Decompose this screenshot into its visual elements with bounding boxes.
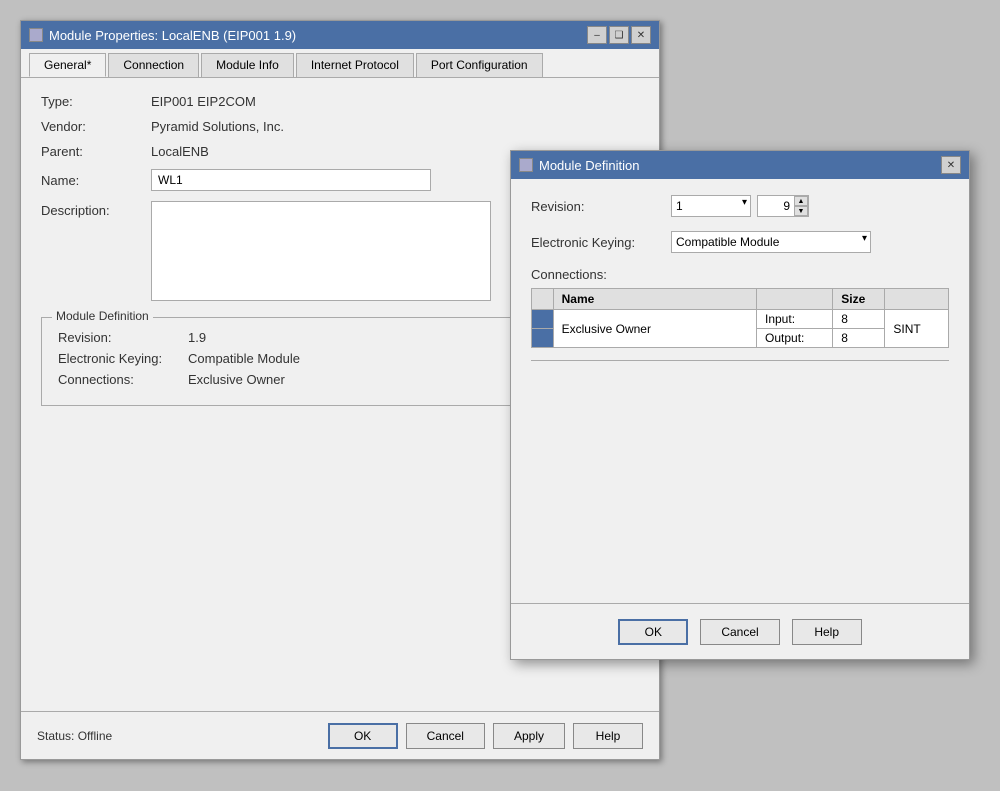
electronic-keying-value: Compatible Module <box>188 351 300 366</box>
spinner-buttons: ▲ ▼ <box>794 196 808 216</box>
dialog-revision-row: Revision: 1 ▲ ▼ <box>531 195 949 217</box>
name-label: Name: <box>41 173 151 188</box>
revision-select-wrapper: 1 <box>671 195 751 217</box>
dialog-divider <box>531 360 949 361</box>
spinner-down-button[interactable]: ▼ <box>794 206 808 216</box>
dialog-help-button[interactable]: Help <box>792 619 862 645</box>
type-row: Type: EIP001 EIP2COM <box>41 94 639 109</box>
main-footer: Status: Offline OK Cancel Apply Help <box>21 711 659 759</box>
tab-connection[interactable]: Connection <box>108 53 199 77</box>
dialog-revision-controls: 1 ▲ ▼ <box>671 195 809 217</box>
dialog-close-button[interactable]: ✕ <box>941 156 961 174</box>
revision-spinner: ▲ ▼ <box>757 195 809 217</box>
minimize-button[interactable]: – <box>587 26 607 44</box>
type-value: EIP001 EIP2COM <box>151 94 256 109</box>
table-header-size: Size <box>833 289 885 310</box>
input-size: 8 <box>833 310 885 329</box>
dialog-content: Revision: 1 ▲ ▼ Electronic Keying: <box>511 179 969 389</box>
vendor-row: Vendor: Pyramid Solutions, Inc. <box>41 119 639 134</box>
connection-name: Exclusive Owner <box>553 310 756 348</box>
description-label: Description: <box>41 201 151 301</box>
title-bar-left: Module Properties: LocalENB (EIP001 1.9) <box>29 28 296 43</box>
dialog-electronic-keying-row: Electronic Keying: Compatible Module <box>531 231 949 253</box>
row-selector-2 <box>532 329 554 348</box>
tab-general[interactable]: General* <box>29 53 106 77</box>
close-button[interactable]: ✕ <box>631 26 651 44</box>
dialog-ok-button[interactable]: OK <box>618 619 688 645</box>
dialog-revision-label: Revision: <box>531 199 671 214</box>
tab-module-info[interactable]: Module Info <box>201 53 294 77</box>
ok-button[interactable]: OK <box>328 723 398 749</box>
revision-dropdown[interactable]: 1 <box>671 195 751 217</box>
main-window-title: Module Properties: LocalENB (EIP001 1.9) <box>49 28 296 43</box>
dialog-electronic-keying-label: Electronic Keying: <box>531 235 671 250</box>
dialog-title-text: Module Definition <box>539 158 639 173</box>
description-input[interactable] <box>151 201 491 301</box>
name-input[interactable] <box>151 169 431 191</box>
connections-table: Name Size Exclusive Owner Input: 8 SINT … <box>531 288 949 348</box>
tabs-bar: General* Connection Module Info Internet… <box>21 49 659 78</box>
parent-value: LocalENB <box>151 144 209 159</box>
tab-internet-protocol[interactable]: Internet Protocol <box>296 53 414 77</box>
module-definition-title: Module Definition <box>52 309 153 323</box>
status-text: Status: Offline <box>37 729 328 743</box>
output-label: Output: <box>757 329 833 348</box>
status-label: Status: <box>37 729 74 743</box>
table-header-type <box>885 289 949 310</box>
electronic-keying-select-wrapper: Compatible Module <box>671 231 871 253</box>
cancel-button[interactable]: Cancel <box>406 723 485 749</box>
connections-value: Exclusive Owner <box>188 372 285 387</box>
spinner-up-button[interactable]: ▲ <box>794 196 808 206</box>
dialog-title-left: Module Definition <box>519 158 639 173</box>
row-selector <box>532 310 554 329</box>
apply-button[interactable]: Apply <box>493 723 565 749</box>
revision-value: 1.9 <box>188 330 206 345</box>
revision-label: Revision: <box>58 330 188 345</box>
output-size: 8 <box>833 329 885 348</box>
dialog-title-bar: Module Definition ✕ <box>511 151 969 179</box>
dialog-cancel-button[interactable]: Cancel <box>700 619 779 645</box>
status-value: Offline <box>78 729 112 743</box>
restore-button[interactable]: ❑ <box>609 26 629 44</box>
table-header-name: Name <box>553 289 756 310</box>
type-label: Type: <box>41 94 151 109</box>
dialog-window-icon <box>519 158 533 172</box>
parent-label: Parent: <box>41 144 151 159</box>
vendor-label: Vendor: <box>41 119 151 134</box>
table-row: Exclusive Owner Input: 8 SINT <box>532 310 949 329</box>
input-label: Input: <box>757 310 833 329</box>
table-header-selector <box>532 289 554 310</box>
tab-port-configuration[interactable]: Port Configuration <box>416 53 543 77</box>
connections-label: Connections: <box>58 372 188 387</box>
title-bar-buttons: – ❑ ✕ <box>587 26 651 44</box>
electronic-keying-label: Electronic Keying: <box>58 351 188 366</box>
dialog-footer: OK Cancel Help <box>511 603 969 659</box>
help-button[interactable]: Help <box>573 723 643 749</box>
vendor-value: Pyramid Solutions, Inc. <box>151 119 284 134</box>
connection-type: SINT <box>885 310 949 348</box>
electronic-keying-dropdown[interactable]: Compatible Module <box>671 231 871 253</box>
table-header-io <box>757 289 833 310</box>
main-title-bar: Module Properties: LocalENB (EIP001 1.9)… <box>21 21 659 49</box>
module-definition-dialog: Module Definition ✕ Revision: 1 ▲ ▼ <box>510 150 970 660</box>
revision-spinner-input[interactable] <box>758 196 794 216</box>
window-icon <box>29 28 43 42</box>
footer-buttons: OK Cancel Apply Help <box>328 723 643 749</box>
connections-section-label: Connections: <box>531 267 949 282</box>
